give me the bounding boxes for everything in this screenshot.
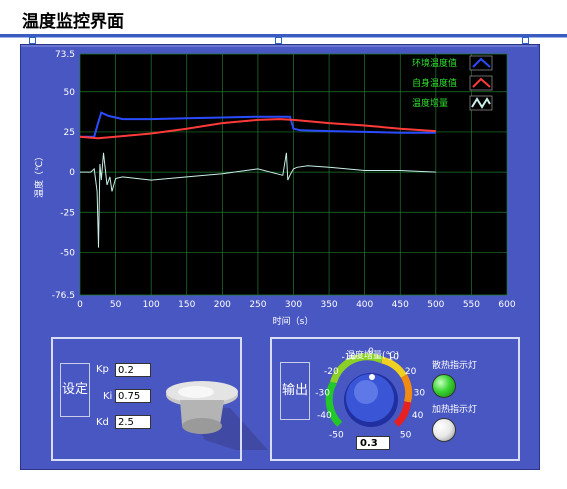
x-tick-label: 250	[249, 300, 266, 310]
x-tick-label: 400	[356, 300, 373, 310]
ki-label: Ki	[103, 391, 113, 402]
y-tick-label: 73.5	[55, 50, 75, 60]
x-tick-label: 600	[498, 300, 515, 310]
output-button[interactable]: 输出	[280, 362, 310, 420]
y-tick-label: 50	[64, 88, 76, 98]
x-tick-label: 350	[320, 300, 337, 310]
fan-indicator-led	[432, 374, 456, 398]
knob-value-display[interactable]: 0.3	[356, 436, 390, 450]
y-axis-label: 温度（℃）	[33, 152, 45, 198]
heat-indicator-led	[432, 418, 456, 442]
kd-label: Kd	[96, 417, 109, 428]
x-tick-label: 100	[143, 300, 160, 310]
x-tick-label: 550	[463, 300, 480, 310]
y-tick-label: -25	[60, 208, 75, 218]
settings-button[interactable]: 设定	[60, 363, 90, 417]
kp-label: Kp	[96, 364, 109, 375]
legend-label: 自身温度值	[412, 77, 457, 89]
kp-input[interactable]: 0.2	[115, 363, 151, 377]
y-tick-label: -50	[60, 248, 75, 258]
kd-input[interactable]: 2.5	[115, 415, 151, 429]
x-tick-label: 200	[214, 300, 231, 310]
x-tick-label: 150	[178, 300, 195, 310]
y-tick-label: 0	[69, 168, 75, 178]
legend-label: 环境温度值	[412, 57, 457, 69]
fan-led-label: 散热指示灯	[432, 361, 478, 371]
y-tick-label: 25	[64, 128, 75, 138]
x-tick-label: 500	[427, 300, 444, 310]
knob-title: 温度增量(℃)	[346, 351, 400, 361]
x-tick-label: 50	[110, 300, 122, 310]
x-tick-label: 450	[392, 300, 409, 310]
x-tick-label: 0	[77, 300, 83, 310]
heat-led-label: 加热指示灯	[432, 405, 478, 415]
legend-label: 温度增量	[412, 97, 448, 109]
y-tick-label: -76.5	[52, 291, 75, 301]
ki-input[interactable]: 0.75	[115, 389, 151, 403]
x-tick-label: 300	[285, 300, 302, 310]
x-axis-label: 时间（s）	[273, 315, 314, 327]
